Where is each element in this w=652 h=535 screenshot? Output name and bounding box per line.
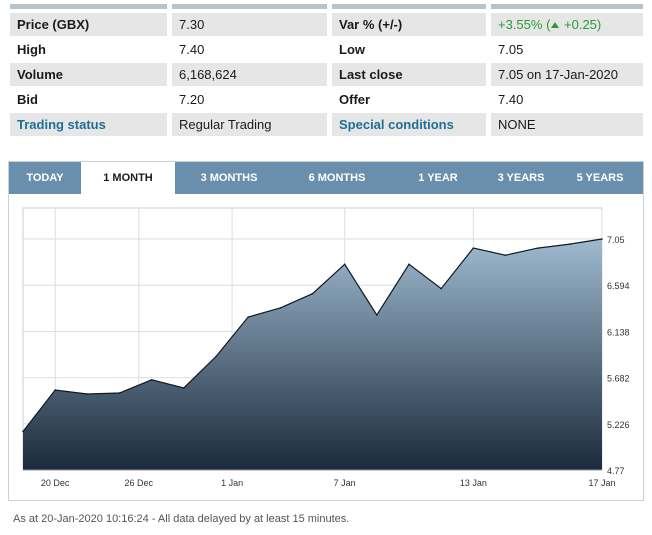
tab-3-months[interactable]: 3 MONTHS xyxy=(175,162,283,194)
quote-row-status: Trading status Regular Trading Special con… xyxy=(10,113,648,138)
quote-row-high-low: High 7.40 Low 7.05 xyxy=(10,38,648,63)
quote-rows: Price (GBX) 7.30 Var % (+/-) +3.55% ( +0.25… xyxy=(10,13,648,138)
quote-table: Price (GBX) 7.30 Var % (+/-) +3.55% ( +0.25… xyxy=(10,4,648,138)
quote-value: 7.05 xyxy=(491,38,643,61)
price-point xyxy=(279,307,282,309)
quote-value: Regular Trading xyxy=(172,113,327,136)
y-tick-label: 4.77 xyxy=(607,466,625,476)
tab-1-year[interactable]: 1 YEAR xyxy=(391,162,485,194)
y-tick-label: 6.138 xyxy=(607,327,630,337)
price-point xyxy=(183,387,185,389)
quote-row-bid-offer: Bid 7.20 Offer 7.40 xyxy=(10,88,648,113)
y-tick-label: 6.594 xyxy=(607,281,630,291)
price-point xyxy=(376,314,378,316)
price-point xyxy=(504,254,507,257)
quote-value: NONE xyxy=(491,113,643,136)
price-chart-panel: TODAY 1 MONTH 3 MONTHS 6 MONTHS 1 YEAR 3 YEAR… xyxy=(8,161,644,501)
chart-period-tabs: TODAY 1 MONTH 3 MONTHS 6 MONTHS 1 YEAR 3 YEAR… xyxy=(9,162,643,194)
price-point xyxy=(215,355,217,358)
quote-value: 7.40 xyxy=(172,38,327,61)
quote-row-volume-close: Volume 6,168,624 Last close 7.05 on 17-Jan-… xyxy=(10,63,648,88)
quote-label: Low xyxy=(332,38,486,61)
var-change: +3.55% ( +0.25) xyxy=(498,17,601,32)
x-tick-label: 17 Jan xyxy=(588,478,615,488)
price-point xyxy=(601,238,603,240)
x-tick-label: 20 Dec xyxy=(41,478,70,488)
quote-label: Price (GBX) xyxy=(10,13,167,36)
quote-value: 6,168,624 xyxy=(172,63,327,86)
y-tick-label: 5.226 xyxy=(607,420,630,430)
quote-label: Volume xyxy=(10,63,167,86)
var-change-value: +3.55% ( +0.25) xyxy=(491,13,643,36)
price-point xyxy=(54,389,56,391)
tab-3-years[interactable]: 3 YEARS xyxy=(485,162,557,194)
price-point xyxy=(472,247,475,249)
price-point xyxy=(118,392,121,394)
price-point xyxy=(311,292,314,295)
price-point xyxy=(86,393,89,395)
y-tick-label: 7.05 xyxy=(607,235,625,245)
price-point xyxy=(536,247,539,249)
tab-6-months[interactable]: 6 MONTHS xyxy=(283,162,391,194)
price-point xyxy=(569,243,571,245)
quote-label: Last close xyxy=(332,63,486,86)
x-tick-label: 13 Jan xyxy=(460,478,487,488)
quote-link[interactable]: Special conditions xyxy=(332,113,486,136)
x-tick-label: 7 Jan xyxy=(334,478,356,488)
tab-5-years[interactable]: 5 YEARS xyxy=(557,162,643,194)
quote-label: Bid xyxy=(10,88,167,111)
y-tick-label: 5.682 xyxy=(607,374,630,384)
quote-value: 7.30 xyxy=(172,13,327,36)
price-point xyxy=(408,263,410,266)
quote-header-bar xyxy=(10,4,648,9)
quote-row-price: Price (GBX) 7.30 Var % (+/-) +3.55% ( +0.25… xyxy=(10,13,648,38)
quote-value: 7.05 on 17-Jan-2020 xyxy=(491,63,643,86)
quote-value: 7.40 xyxy=(491,88,643,111)
data-delay-note: As at 20-Jan-2020 10:16:24 - All data de… xyxy=(13,513,350,525)
price-area-chart: 7.05 6.594 6.138 5.682 5.226 4.77 20 Dec 26 Dec… xyxy=(22,207,630,488)
price-point xyxy=(150,379,153,381)
quote-link[interactable]: Trading status xyxy=(10,113,167,136)
price-point xyxy=(247,316,249,318)
var-percent: +3.55% ( xyxy=(498,17,551,32)
x-tick-label: 1 Jan xyxy=(221,478,243,488)
quote-label: High xyxy=(10,38,167,61)
quote-label: Var % (+/-) xyxy=(332,13,486,36)
price-point xyxy=(440,287,442,290)
var-absolute: +0.25) xyxy=(560,17,602,32)
up-arrow-icon xyxy=(551,22,560,28)
price-point xyxy=(343,263,346,266)
quote-label: Offer xyxy=(332,88,486,111)
quote-value: 7.20 xyxy=(172,88,327,111)
x-tick-label: 26 Dec xyxy=(125,478,154,488)
tab-1-month[interactable]: 1 MONTH xyxy=(81,162,175,194)
tab-today[interactable]: TODAY xyxy=(9,162,81,194)
price-point xyxy=(22,430,24,433)
